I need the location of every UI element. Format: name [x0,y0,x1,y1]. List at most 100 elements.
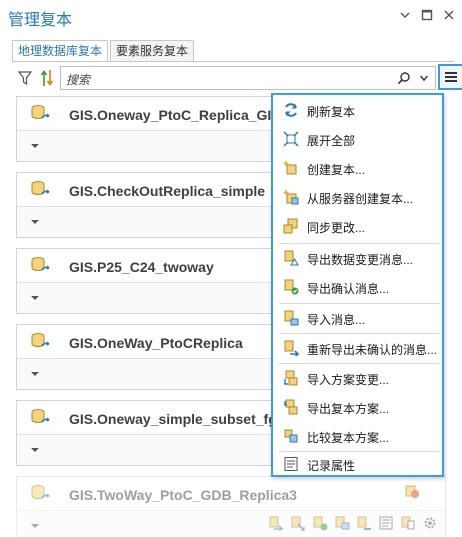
toolbar: 搜索 [17,64,462,90]
tab-strip: 地理数据库复本 要素服务复本 [12,40,196,62]
menu-bar-icon [445,80,457,82]
menu-item-import-message[interactable]: 导入消息... [273,305,442,331]
menu-item-reexport-unack[interactable]: 重新导出未确认的消息... [273,335,442,361]
export-data-changes-icon [283,250,299,266]
menu-item-create-replica[interactable]: 创建复本... [273,155,442,181]
menu-item-label: 导入方案变更... [307,373,390,387]
replica-database-icon [29,483,51,505]
menu-item-label: 导出确认消息... [307,282,390,296]
export-ack-icon[interactable] [312,515,328,531]
expand-caret-icon[interactable] [31,448,39,452]
expand-caret-icon[interactable] [31,372,39,376]
expand-caret-icon[interactable] [31,220,39,224]
menu-item-export-ack[interactable]: 导出确认消息... [273,274,442,300]
search-input[interactable]: 搜索 [60,66,436,90]
menu-item-label: 展开全部 [307,134,356,148]
menu-bar-icon [445,76,457,78]
replica-card[interactable]: GIS.OneWay_PtoCReplica [16,324,278,390]
sort-icon[interactable] [40,68,54,88]
menu-item-label: 导出数据变更消息... [307,253,414,267]
menu-item-label: 从服务器创建复本... [307,192,414,206]
tab-feature-service-replicas[interactable]: 要素服务复本 [110,40,195,62]
search-options-chevron-icon[interactable] [419,72,429,82]
replica-database-icon [29,331,51,353]
menu-item-refresh-replicas[interactable]: 刷新复本 [273,97,442,123]
close-icon[interactable] [442,8,456,22]
expand-caret-icon[interactable] [31,296,39,300]
replica-database-icon [29,255,51,277]
menu-button[interactable] [438,64,462,90]
export-data-changes-icon[interactable] [290,515,306,531]
replica-card-header: GIS.Oneway_PtoC_Replica_GIS [17,97,281,131]
expand-caret-icon[interactable] [31,524,39,528]
search-placeholder: 搜索 [66,73,91,87]
menu-separator [279,243,440,244]
menu-item-label: 导入消息... [307,313,366,327]
log-properties-icon [283,456,299,472]
import-message-icon [283,310,299,326]
refresh-icon [283,102,299,118]
pane-titlebar: 管理复本 [0,0,462,32]
replica-database-icon [29,407,51,429]
replica-name: GIS.TwoWay_PtoC_GDB_Replica3 [69,487,297,503]
menu-item-label: 导出复本方案... [307,402,390,416]
options-menu: 刷新复本 展开全部 创建复本... 从服务器创建复本... 同步更改... 导出… [271,93,444,477]
menu-separator [279,363,440,364]
replica-card[interactable]: GIS.CheckOutReplica_simple [16,172,278,238]
replica-action-icon[interactable] [404,483,420,499]
filter-icon[interactable] [17,70,33,86]
create-from-server-icon [283,189,299,205]
reexport-unack-icon[interactable] [356,515,372,531]
menu-item-export-data-changes[interactable]: 导出数据变更消息... [273,245,442,271]
compare-schema-icon[interactable] [400,515,416,531]
menu-item-label: 记录属性 [307,459,356,473]
menu-item-export-replica-schema[interactable]: 导出复本方案... [273,394,442,420]
replica-name: GIS.P25_C24_twoway [69,259,214,275]
menu-separator [279,333,440,334]
restore-icon[interactable] [420,8,434,22]
menu-item-compare-replica-schema[interactable]: 比较复本方案... [273,423,442,449]
menu-item-synchronize[interactable]: 同步更改... [273,213,442,239]
menu-item-import-schema-changes[interactable]: 导入方案变更... [273,365,442,391]
export-ack-icon [283,279,299,295]
export-schema-icon [283,399,299,415]
replica-card-header: GIS.CheckOutReplica_simple [17,173,277,207]
card-action-icons [268,515,438,535]
expand-caret-icon[interactable] [31,144,39,148]
pane-controls [398,8,456,22]
replica-name: GIS.CheckOutReplica_simple [69,183,266,199]
replica-name: GIS.OneWay_PtoCReplica [69,335,243,351]
menu-item-label: 重新导出未确认的消息... [307,343,438,357]
create-replica-icon [283,160,299,176]
menu-item-label: 刷新复本 [307,105,356,119]
tab-geodatabase-replicas[interactable]: 地理数据库复本 [12,40,109,62]
menu-bar-icon [445,72,457,74]
search-icon[interactable] [397,71,411,85]
compare-schema-icon [283,428,299,444]
replica-card[interactable]: GIS.P25_C24_twoway [16,248,278,314]
replica-card-header: GIS.P25_C24_twoway [17,249,277,283]
replica-card-header: GIS.TwoWay_PtoC_GDB_Replica3 [17,477,445,511]
pane-title: 管理复本 [8,12,73,29]
menu-item-label: 比较复本方案... [307,431,390,445]
chevron-down-icon[interactable] [398,8,412,22]
import-schema-icon [283,370,299,386]
synchronize-icon[interactable] [268,515,284,531]
menu-item-create-from-server[interactable]: 从服务器创建复本... [273,184,442,210]
log-properties-icon[interactable] [378,515,394,531]
replica-name: GIS.Oneway_simple_subset_fgd [69,411,286,427]
menu-item-log-properties[interactable]: 记录属性 [273,451,442,477]
menu-item-label: 创建复本... [307,163,366,177]
import-message-icon[interactable] [334,515,350,531]
menu-item-label: 同步更改... [307,221,366,235]
synchronize-icon [283,218,299,234]
replica-database-icon [29,103,51,125]
expand-all-icon [283,131,299,147]
replica-card[interactable]: GIS.Oneway_PtoC_Replica_GIS [16,96,281,162]
replica-card-header: GIS.Oneway_simple_subset_fgd [17,401,285,435]
replica-database-icon [29,179,51,201]
replica-card[interactable]: GIS.Oneway_simple_subset_fgd [16,400,285,466]
menu-item-expand-all[interactable]: 展开全部 [273,126,442,152]
gear-icon[interactable] [422,515,438,531]
reexport-unack-icon [283,340,300,358]
